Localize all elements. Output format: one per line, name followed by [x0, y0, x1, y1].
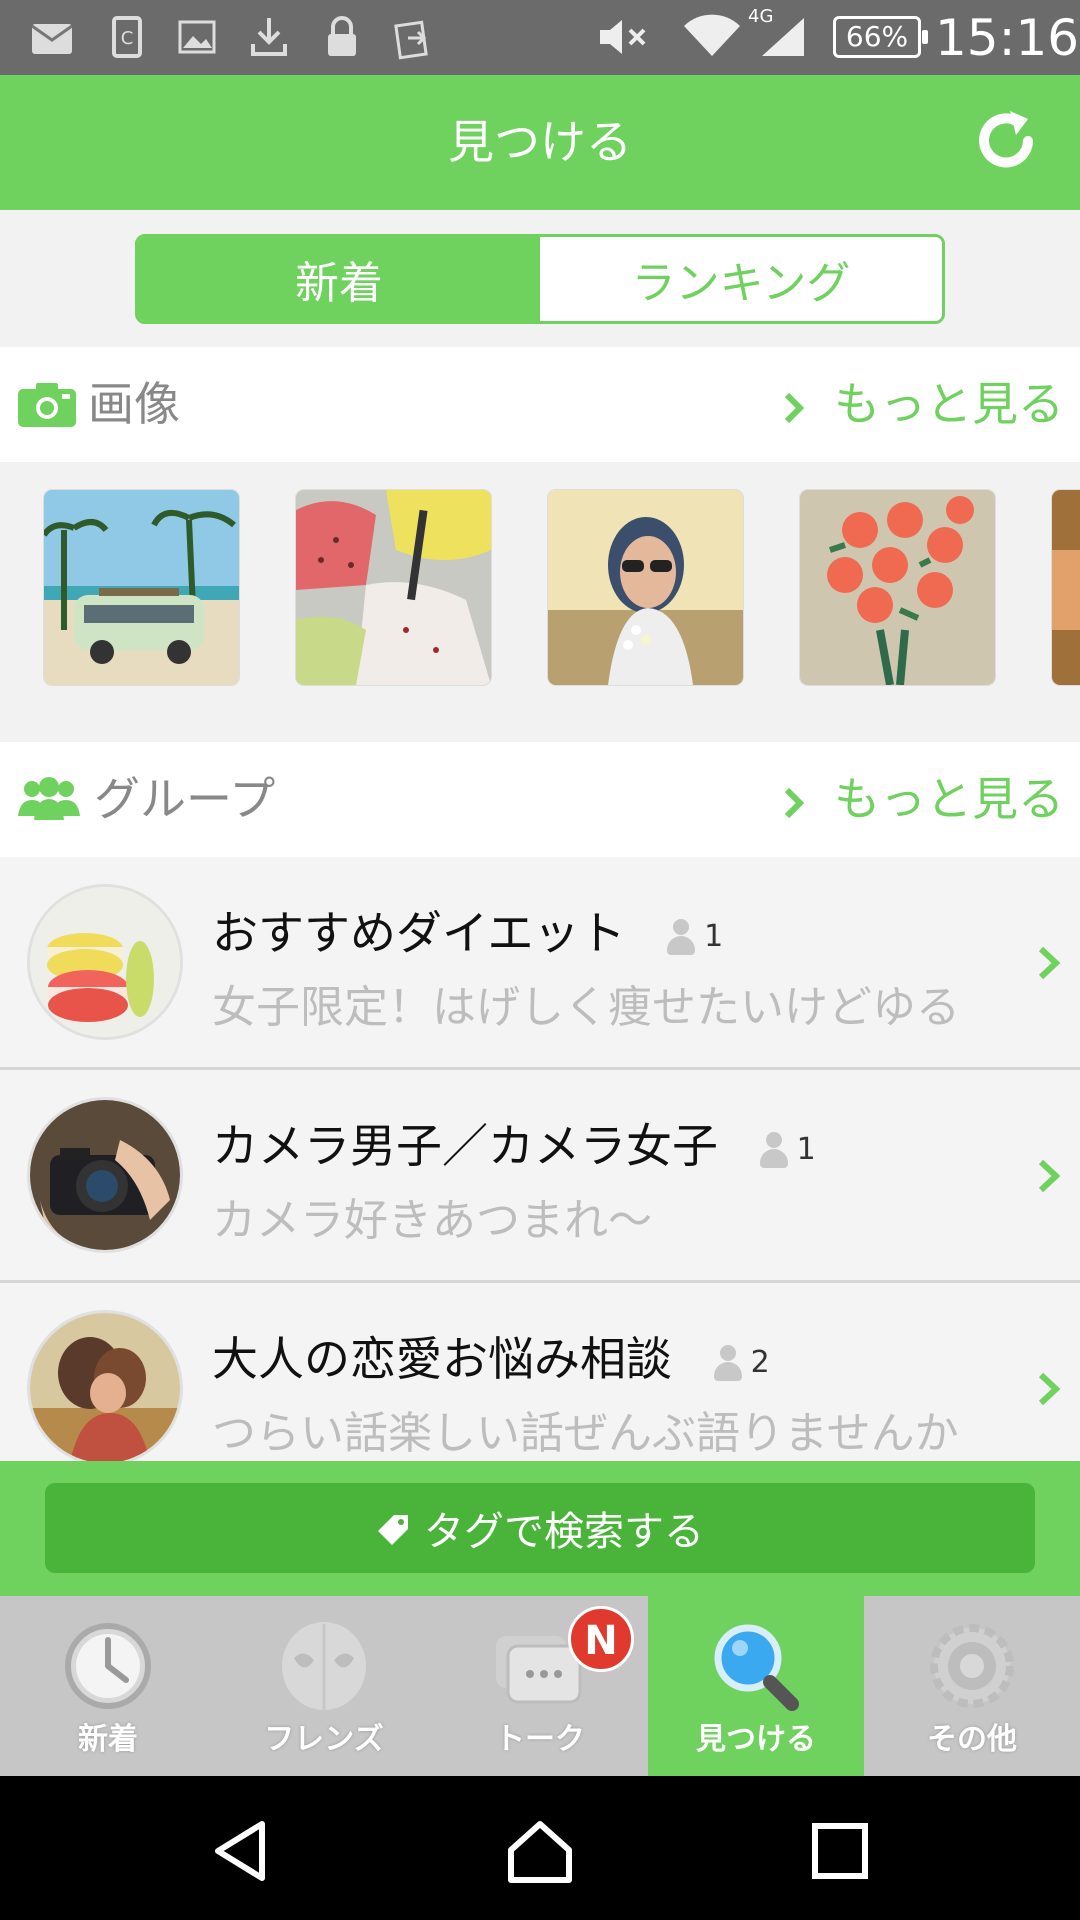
group-row-love[interactable]: 大人の恋愛お悩み相談 2 つらい話楽しい話ぜんぶ語りませんか: [0, 1283, 1080, 1461]
group-title-text: 大人の恋愛お悩み相談: [212, 1332, 672, 1386]
thumbnail-ice-cream[interactable]: [296, 490, 491, 685]
battery-indicator: 66%: [833, 16, 928, 58]
group-title: カメラ男子／カメラ女子 1: [212, 1110, 816, 1176]
chevron-right-icon: [783, 377, 834, 431]
signal-icon: [758, 14, 804, 60]
avatar: [30, 1313, 180, 1461]
tab-new[interactable]: 新着: [138, 237, 540, 321]
thumbnail-roses[interactable]: [800, 490, 995, 685]
avatar: [30, 1100, 180, 1250]
thumbnail-partial[interactable]: [1052, 490, 1080, 685]
tag-search-bar: タグで検索する: [0, 1461, 1080, 1596]
groups-section-header: グループ もっと見る: [0, 742, 1080, 857]
group-description: 女子限定！はげしく痩せたいけどゆる: [212, 982, 960, 1033]
images-more-label: もっと見る: [834, 377, 1064, 431]
group-list: おすすめダイエット 1 女子限定！はげしく痩せたいけどゆる カメラ男子／カメラ女…: [0, 857, 1080, 1461]
mute-icon: [596, 14, 646, 60]
person-icon: [713, 1344, 743, 1381]
status-bar: C 4G 66% 15:16: [0, 0, 1080, 75]
app-bar: 見つける: [0, 75, 1080, 210]
back-icon[interactable]: [206, 1816, 276, 1886]
nav-item-other[interactable]: その他: [864, 1596, 1080, 1776]
thumbnail-beach-van[interactable]: [44, 490, 239, 685]
nav-label: 見つける: [696, 1722, 816, 1757]
member-count: 1: [759, 1131, 816, 1168]
group-description: カメラ好きあつまれ〜: [212, 1195, 652, 1246]
tag-search-button[interactable]: タグで検索する: [45, 1483, 1035, 1573]
images-section-title: 画像: [88, 377, 180, 431]
home-icon[interactable]: [505, 1816, 575, 1886]
member-count-value: 1: [704, 919, 724, 954]
lock-icon: [320, 14, 364, 60]
bottom-nav: 新着 フレンズ トーク 見つける その他: [0, 1596, 1080, 1776]
nav-label: 新着: [78, 1722, 138, 1757]
camera-icon: [18, 381, 76, 431]
chevron-right-icon: [1036, 1158, 1062, 1194]
nav-item-friends[interactable]: フレンズ: [216, 1596, 432, 1776]
group-icon: [18, 776, 80, 826]
chevron-right-icon: [1036, 945, 1062, 981]
person-icon: [759, 1131, 789, 1168]
member-count-value: 2: [750, 1345, 770, 1380]
member-count-value: 1: [796, 1132, 816, 1167]
friends-icon: [274, 1618, 374, 1718]
page-title: 見つける: [448, 115, 632, 169]
magnifier-icon: [706, 1618, 806, 1718]
group-title: 大人の恋愛お悩み相談 2: [212, 1323, 770, 1389]
au-mail-icon: [30, 14, 74, 60]
group-title-text: カメラ男子／カメラ女子: [212, 1119, 718, 1173]
image-icon: [175, 14, 219, 60]
chevron-right-icon: [1036, 1371, 1062, 1407]
groups-more-label: もっと見る: [834, 772, 1064, 826]
group-title-text: おすすめダイエット: [212, 906, 626, 960]
sim-icon: C: [104, 14, 148, 60]
transfer-icon: [392, 14, 436, 60]
tag-icon: [376, 1511, 410, 1545]
system-nav-bar: [0, 1776, 1080, 1920]
member-count: 1: [666, 918, 724, 955]
groups-more-link[interactable]: もっと見る: [783, 742, 1064, 857]
images-section-header: 画像 もっと見る: [0, 347, 1080, 462]
group-description: つらい話楽しい話ぜんぶ語りませんか: [212, 1408, 959, 1459]
wifi-icon: [682, 14, 740, 60]
svg-text:C: C: [121, 28, 134, 49]
group-title: おすすめダイエット 1: [212, 897, 723, 963]
person-icon: [666, 918, 696, 955]
image-strip: [0, 462, 1080, 742]
thumbnail-woman-sunglasses[interactable]: [548, 490, 743, 685]
nav-item-new[interactable]: 新着: [0, 1596, 216, 1776]
clock-icon: [58, 1618, 158, 1718]
chevron-right-icon: [783, 772, 834, 826]
nav-label: フレンズ: [264, 1722, 384, 1757]
clock: 15:16: [935, 9, 1080, 67]
segmented-control: 新着 ランキング: [135, 234, 945, 324]
refresh-icon[interactable]: [970, 105, 1044, 179]
nav-item-discover[interactable]: 見つける: [648, 1596, 864, 1776]
nav-label: その他: [927, 1722, 1017, 1757]
recents-icon[interactable]: [805, 1816, 875, 1886]
group-row-camera[interactable]: カメラ男子／カメラ女子 1 カメラ好きあつまれ〜: [0, 1070, 1080, 1283]
groups-section-title: グループ: [94, 772, 276, 826]
tab-ranking[interactable]: ランキング: [540, 237, 942, 321]
member-count: 2: [713, 1344, 770, 1381]
gear-icon: [922, 1618, 1022, 1718]
tag-search-label: タグで検索する: [424, 1509, 704, 1555]
segment-bar: 新着 ランキング: [0, 210, 1080, 347]
group-row-diet[interactable]: おすすめダイエット 1 女子限定！はげしく痩せたいけどゆる: [0, 857, 1080, 1070]
notification-badge: N: [568, 1606, 634, 1672]
download-icon: [247, 14, 291, 60]
avatar: [30, 887, 180, 1037]
images-more-link[interactable]: もっと見る: [783, 347, 1064, 462]
nav-label: トーク: [495, 1722, 585, 1757]
